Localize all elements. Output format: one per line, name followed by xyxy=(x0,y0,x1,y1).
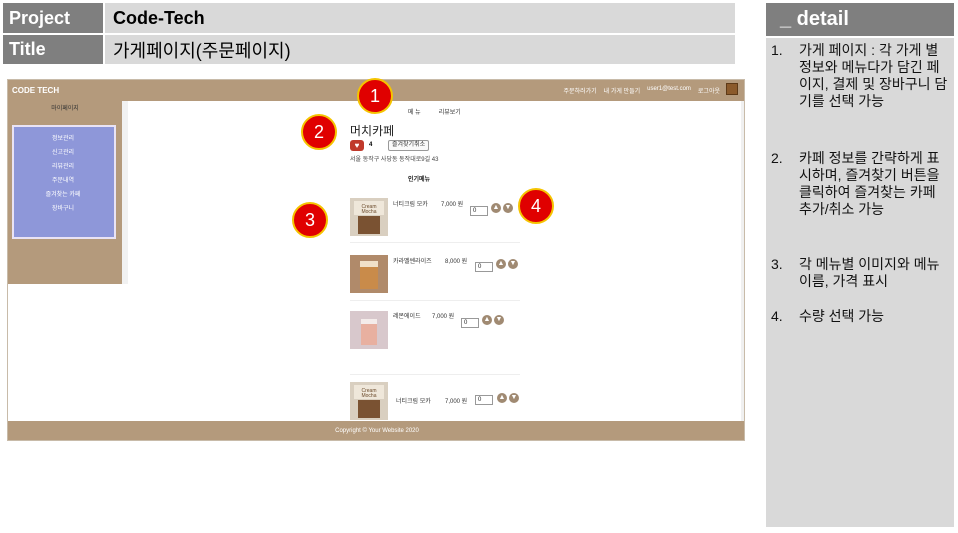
detail-item: 3. 각 메뉴별 이미지와 메뉴이름, 가격 표시 xyxy=(771,256,949,290)
sidebar-item-info[interactable]: 정보관리 xyxy=(14,133,112,142)
sidebar-scrollbar[interactable] xyxy=(122,101,128,284)
menu-name: 레몬에이드 xyxy=(393,314,421,320)
favorite-button[interactable]: 즐겨찾기취소 xyxy=(388,140,430,151)
detail-panel: 1. 가게 페이지 : 각 가게 별 정보와 메뉴다가 담긴 페이지, 결제 및… xyxy=(766,38,954,527)
site-brand[interactable]: CODE TECH xyxy=(12,86,59,95)
decrease-icon[interactable]: ▼ xyxy=(509,393,519,403)
detail-item: 2. 카페 정보를 간략하게 표시하며, 즐겨찾기 버튼을 클릭하여 즐겨찾는 … xyxy=(771,150,949,218)
page-screenshot: CODE TECH 주문하러가기 내 가게 만들기 user1@test.com… xyxy=(7,79,745,441)
menu-price: 7,000 원 xyxy=(432,314,455,320)
nav-logout[interactable]: 로그아웃 xyxy=(698,86,720,95)
increase-icon[interactable]: ▲ xyxy=(482,315,492,325)
decrease-icon[interactable]: ▼ xyxy=(508,259,518,269)
detail-item-text: 카페 정보를 간략하게 표시하며, 즐겨찾기 버튼을 클릭하여 즐겨찾는 카페 … xyxy=(799,150,940,217)
detail-item: 4. 수량 선택 가능 xyxy=(771,308,949,325)
project-label: Project xyxy=(3,3,103,33)
cafe-address: 서울 동작구 사당동 동작대로9길 43 xyxy=(350,157,439,163)
nav-user-email[interactable]: user1@test.com xyxy=(647,86,691,95)
cafe-name: 머치카페 xyxy=(350,124,395,138)
detail-item-text: 가게 페이지 : 각 가게 별 정보와 메뉴다가 담긴 페이지, 결제 및 장바… xyxy=(799,42,948,109)
sidebar-item-favorites[interactable]: 즐겨찾는 카페 xyxy=(14,189,112,198)
increase-icon[interactable]: ▲ xyxy=(496,259,506,269)
svg-text:Mocha: Mocha xyxy=(361,209,376,215)
main-scrollbar[interactable] xyxy=(741,101,744,421)
detail-item-text: 수량 선택 가능 xyxy=(799,308,885,324)
menu-divider xyxy=(350,300,520,301)
avatar[interactable] xyxy=(726,83,738,95)
nav-create-store[interactable]: 내 가게 만들기 xyxy=(604,86,640,95)
menu-name: 카라멜쎈라이즈 xyxy=(393,259,432,265)
callout-marker: 1 xyxy=(357,78,393,114)
callout-marker: 4 xyxy=(518,188,554,224)
detail-item-text: 각 메뉴별 이미지와 메뉴이름, 가격 표시 xyxy=(799,256,940,289)
detail-item-number: 2. xyxy=(771,150,783,166)
detail-item: 1. 가게 페이지 : 각 가게 별 정보와 메뉴다가 담긴 페이지, 결제 및… xyxy=(771,42,949,110)
detail-item-number: 4. xyxy=(771,308,783,324)
menu-image xyxy=(350,255,388,293)
sidebar-item-orders[interactable]: 주문내역 xyxy=(14,175,112,184)
quantity-input[interactable]: 0 xyxy=(461,318,479,328)
detail-item-number: 3. xyxy=(771,256,783,272)
menu-price: 8,000 원 xyxy=(445,259,468,265)
sidebar-menu: 정보관리 신고관리 리뷰관리 주문내역 즐겨찾는 카페 장바구니 xyxy=(12,125,116,239)
project-value: Code-Tech xyxy=(105,3,735,33)
svg-text:Mocha: Mocha xyxy=(361,393,376,399)
sidebar-item-report[interactable]: 신고관리 xyxy=(14,147,112,156)
menu-price: 7,000 원 xyxy=(445,399,468,405)
title-label: Title xyxy=(3,35,103,64)
menu-image: CreamMocha xyxy=(350,198,388,236)
callout-marker: 3 xyxy=(292,202,328,238)
menu-image: CreamMocha xyxy=(350,382,388,420)
title-value: 가게페이지(주문페이지) xyxy=(105,35,735,64)
sidebar-item-cart[interactable]: 장바구니 xyxy=(14,203,112,212)
increase-icon[interactable]: ▲ xyxy=(491,203,501,213)
tab-reviews[interactable]: 리뷰보기 xyxy=(439,107,461,116)
sidebar-item-review[interactable]: 리뷰관리 xyxy=(14,161,112,170)
site-nav: 주문하러가기 내 가게 만들기 user1@test.com 로그아웃 xyxy=(564,86,720,95)
quantity-input[interactable]: 0 xyxy=(475,262,493,272)
like-count: 4 xyxy=(369,142,373,148)
menu-image xyxy=(350,311,388,349)
menu-name: 너티크림 모카 xyxy=(393,202,428,208)
increase-icon[interactable]: ▲ xyxy=(497,393,507,403)
detail-item-number: 1. xyxy=(771,42,783,58)
site-footer: Copyright © Your Website 2020 xyxy=(8,421,744,440)
quantity-input[interactable]: 0 xyxy=(475,395,493,405)
decrease-icon[interactable]: ▼ xyxy=(503,203,513,213)
callout-marker: 2 xyxy=(301,114,337,150)
menu-divider xyxy=(350,374,520,375)
menu-divider xyxy=(350,242,520,243)
menu-price: 7,000 원 xyxy=(441,202,464,208)
store-tabs: 메 뉴 리뷰보기 xyxy=(408,107,461,116)
quantity-input[interactable]: 0 xyxy=(470,206,488,216)
tab-menu[interactable]: 메 뉴 xyxy=(408,107,421,116)
sidebar-title: 마이페이지 xyxy=(51,106,79,112)
sidebar: 마이페이지 정보관리 신고관리 리뷰관리 주문내역 즐겨찾는 카페 장바구니 xyxy=(8,101,122,284)
menu-name: 너티크림 모카 xyxy=(396,399,431,405)
nav-order[interactable]: 주문하러가기 xyxy=(564,86,597,95)
heart-icon[interactable]: ♥ xyxy=(350,140,364,151)
popular-menu-heading: 인기메뉴 xyxy=(408,177,431,183)
decrease-icon[interactable]: ▼ xyxy=(494,315,504,325)
detail-heading: _ detail xyxy=(766,3,954,36)
